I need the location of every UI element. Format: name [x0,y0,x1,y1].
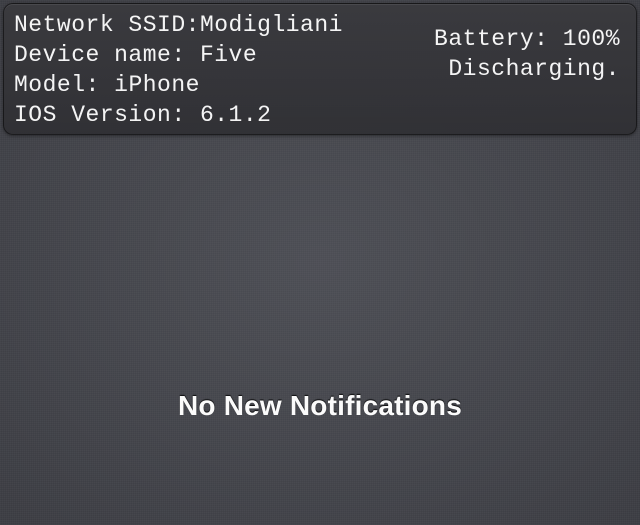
device-info-left: Network SSID:Modigliani Device name: Fiv… [14,10,343,130]
battery-status: Discharging. [448,56,620,82]
battery-value: 100% [563,26,620,52]
battery-label: Battery: [434,26,548,52]
model-value: iPhone [114,72,200,98]
no-notifications-text: No New Notifications [0,390,640,422]
device-info-panel: Network SSID:Modigliani Device name: Fiv… [3,3,637,135]
ssid-label: Network SSID: [14,12,200,38]
device-label: Device name: [14,42,186,68]
ios-label: IOS Version: [14,102,186,128]
model-label: Model: [14,72,100,98]
ssid-value: Modigliani [200,12,343,38]
ios-value: 6.1.2 [200,102,272,128]
device-value: Five [200,42,257,68]
device-info-right: Battery: 100% Discharging. [434,24,620,84]
